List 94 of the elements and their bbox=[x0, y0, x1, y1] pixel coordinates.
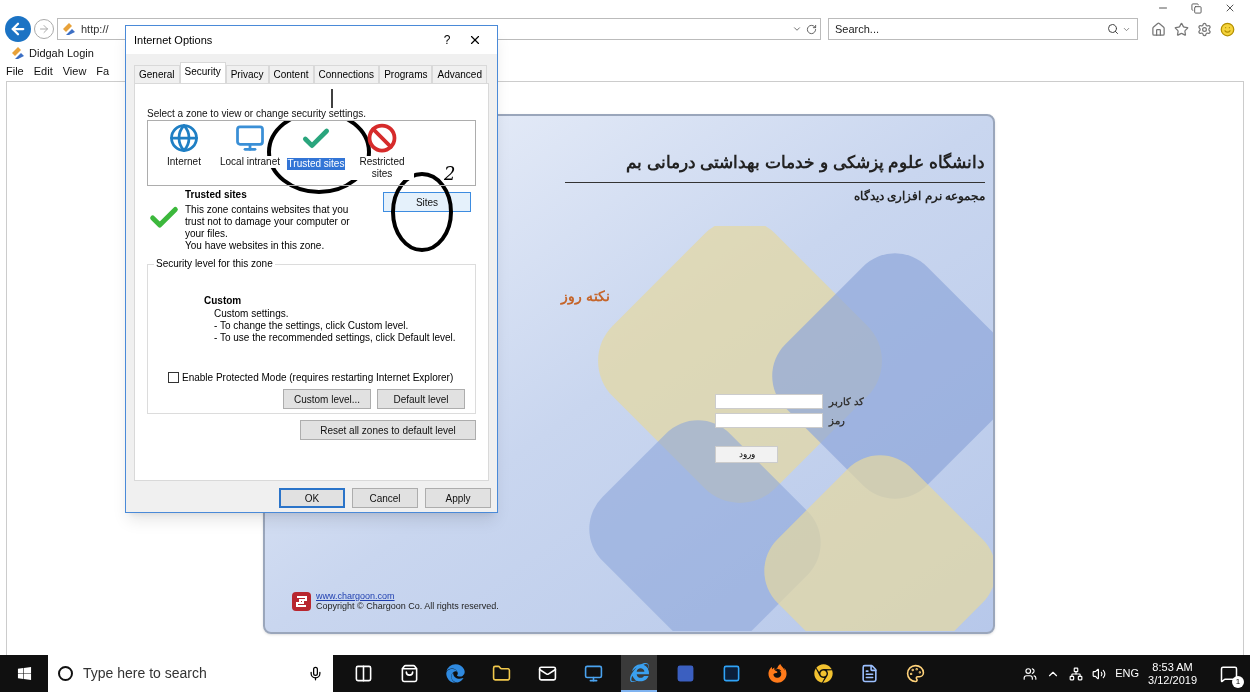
text-field[interactable] bbox=[715, 413, 823, 428]
reset-button[interactable]: Reset all zones to default level bbox=[300, 420, 476, 440]
prohibited-icon bbox=[367, 123, 397, 153]
palette-icon bbox=[905, 664, 925, 683]
dropdown-icon bbox=[792, 24, 802, 34]
zone-item[interactable]: Internet bbox=[152, 123, 216, 168]
tab-title: Didgah Login bbox=[29, 45, 94, 61]
app-icon bbox=[675, 664, 695, 683]
checkbox[interactable] bbox=[168, 372, 179, 383]
level-description: Custom settings. bbox=[214, 308, 290, 320]
microphone-icon bbox=[308, 666, 323, 681]
dialog-tab[interactable]: Advanced bbox=[432, 65, 487, 83]
site-logo-icon bbox=[61, 21, 77, 37]
browser-icon bbox=[629, 663, 649, 682]
level-description: - To use the recommended settings, click Default level. bbox=[214, 332, 457, 344]
notification-count: 1 bbox=[1232, 676, 1244, 688]
copyright-text: Copyright © Chargoon Co. All rights reserved. bbox=[316, 601, 499, 612]
search-icon bbox=[1107, 23, 1119, 35]
shopping-bag-icon bbox=[399, 664, 419, 683]
text-field[interactable] bbox=[715, 394, 823, 409]
software-subtitle: مجموعه نرم افزاری دیدگاه bbox=[854, 187, 985, 205]
settings-icon[interactable] bbox=[1197, 21, 1212, 37]
monitor-icon bbox=[235, 123, 265, 153]
checkbox-label: Enable Protected Mode (requires restarting Internet Explorer) bbox=[182, 371, 454, 385]
monitor-icon bbox=[583, 664, 603, 683]
sites-button[interactable]: Sites bbox=[383, 192, 471, 212]
tip-title: نکته روز bbox=[561, 287, 610, 307]
refresh-icon bbox=[806, 23, 817, 35]
back-button[interactable] bbox=[5, 16, 31, 42]
zone-name: Trusted sites bbox=[185, 188, 248, 202]
search-placeholder: Type here to search bbox=[83, 664, 208, 683]
menu-item[interactable]: View bbox=[62, 62, 87, 80]
university-title: دانشگاه علوم پزشکی و خدمات بهداشتی درمانی بم bbox=[565, 150, 985, 183]
dialog-button[interactable]: Cancel bbox=[352, 488, 418, 508]
field-label: کد کاربر bbox=[829, 395, 864, 409]
close-icon[interactable] bbox=[1224, 2, 1236, 14]
browser-icon bbox=[767, 664, 787, 683]
taskbar-search-field[interactable]: Type here to search bbox=[48, 655, 333, 692]
level-button[interactable]: Custom level... bbox=[283, 389, 371, 409]
folder-icon bbox=[491, 664, 511, 683]
dialog-tab[interactable]: General bbox=[134, 65, 180, 83]
dialog-tab[interactable]: Privacy bbox=[225, 65, 269, 83]
address-text: http:// bbox=[81, 21, 110, 37]
zone-item[interactable]: Trusted sites bbox=[284, 123, 348, 170]
login-button[interactable]: ورود bbox=[715, 446, 778, 463]
website-link[interactable]: www.chargoon.com bbox=[316, 591, 499, 601]
document-icon bbox=[859, 664, 879, 683]
task-view-icon bbox=[353, 664, 373, 683]
level-name: Custom bbox=[204, 294, 243, 308]
clock-date: 3/12/2019 bbox=[1148, 673, 1197, 687]
dialog-tab[interactable]: Programs bbox=[379, 65, 433, 83]
windows-logo-icon bbox=[16, 666, 32, 681]
zone-prompt: Select a zone to view or change security settings. bbox=[147, 108, 366, 120]
people-icon bbox=[1023, 666, 1038, 681]
globe-icon bbox=[169, 123, 199, 153]
menu-item[interactable]: Fa bbox=[96, 62, 110, 80]
mail-icon bbox=[537, 664, 557, 683]
level-button[interactable]: Default level bbox=[377, 389, 465, 409]
dialog-button[interactable]: Apply bbox=[425, 488, 491, 508]
speaker-icon bbox=[1092, 666, 1107, 681]
search-field[interactable]: Search... bbox=[828, 18, 1138, 40]
restore-icon[interactable] bbox=[1191, 2, 1202, 14]
group-title: Security level for this zone bbox=[154, 258, 275, 270]
dialog-tab[interactable]: Connections bbox=[313, 65, 380, 83]
zone-description: This zone contains websites that you trust not to damage your computer or your files. bbox=[185, 204, 351, 240]
close-icon bbox=[468, 33, 482, 47]
menu-item[interactable]: File bbox=[6, 62, 24, 80]
app-icon bbox=[721, 664, 741, 683]
field-label: رمز bbox=[829, 414, 845, 428]
company-logo-icon bbox=[291, 591, 312, 612]
dialog-tab[interactable]: Security bbox=[179, 62, 226, 83]
search-placeholder: Search... bbox=[835, 21, 881, 37]
level-description: - To change the settings, click Custom level. bbox=[214, 320, 410, 332]
ink-mark: 2 bbox=[444, 164, 456, 184]
network-icon bbox=[1069, 666, 1084, 681]
browser-icon bbox=[445, 664, 465, 683]
zone-note: You have websites in this zone. bbox=[185, 240, 326, 252]
dialog-tab[interactable]: Content bbox=[268, 65, 314, 83]
zone-item[interactable]: Local intranet bbox=[218, 123, 282, 168]
help-button[interactable]: ? bbox=[433, 31, 461, 49]
smiley-icon[interactable] bbox=[1220, 21, 1235, 37]
browser-tab[interactable]: Didgah Login bbox=[0, 45, 120, 61]
notification-icon[interactable] bbox=[1220, 664, 1238, 683]
menu-item[interactable]: Edit bbox=[33, 62, 53, 80]
dialog-title: Internet Options bbox=[134, 32, 214, 48]
language-indicator[interactable]: ENG bbox=[1115, 665, 1140, 682]
clock-time: 8:53 AM bbox=[1152, 660, 1193, 674]
site-logo-icon bbox=[10, 45, 26, 61]
browser-icon bbox=[813, 664, 833, 683]
dialog-button[interactable]: OK bbox=[279, 488, 345, 508]
zone-item[interactable]: Restricted sites bbox=[350, 123, 414, 180]
forward-arrow-icon bbox=[38, 23, 50, 35]
star-icon[interactable] bbox=[1174, 21, 1189, 37]
home-icon[interactable] bbox=[1151, 21, 1166, 37]
